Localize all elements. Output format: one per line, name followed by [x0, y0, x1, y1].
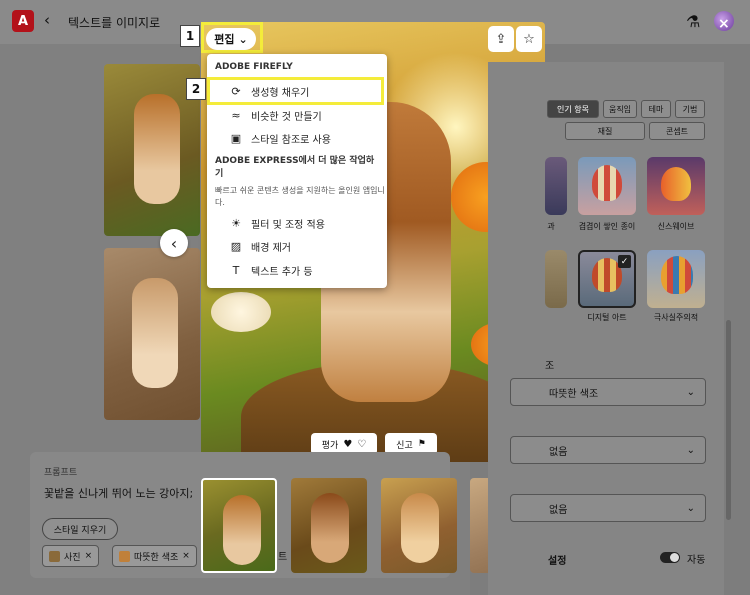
chevron-down-icon: ⌄	[686, 444, 695, 456]
menu-description: 빠르고 쉬운 콘텐츠 생성을 지원하는 올인원 앱입니다.	[215, 186, 385, 207]
thumbs-up-icon[interactable]: ♥	[343, 439, 352, 450]
thumbs-down-icon[interactable]: ♡	[357, 439, 366, 450]
tab-theme[interactable]: 테마	[641, 100, 671, 118]
style-tile-label: 과	[547, 222, 555, 231]
tab-concept[interactable]: 콘셉트	[649, 122, 705, 140]
tab-popular[interactable]: 인기 항목	[547, 100, 599, 118]
tab-material[interactable]: 재질	[565, 122, 645, 140]
auto-toggle[interactable]	[660, 552, 680, 563]
lighting-dropdown[interactable]: 없음 ⌄	[510, 436, 706, 464]
menu-item-add-text[interactable]: T 텍스트 추가 등	[215, 259, 381, 281]
chip-label: 따뜻한 색조	[134, 552, 179, 563]
background-icon: ▨	[230, 239, 242, 253]
page-title: 텍스트를 이미지로	[68, 16, 161, 30]
menu-item-label: 배경 제거	[251, 242, 291, 254]
prompt-input[interactable]: 꽃밭을 신나게 뛰어 노는 강아지;	[44, 485, 193, 501]
close-icon[interactable]: ×	[718, 16, 730, 32]
color-tone-dropdown[interactable]: 따뜻한 색조 ⌄	[510, 378, 706, 406]
menu-item-remove-background[interactable]: ▨ 배경 제거	[215, 235, 381, 257]
text-icon: T	[232, 263, 240, 277]
highlight-box	[207, 77, 384, 105]
menu-item-label: 비슷한 것 만들기	[251, 111, 322, 123]
style-swatch-icon	[49, 550, 60, 562]
section-fragment: 조	[545, 361, 555, 372]
style-tile[interactable]	[647, 157, 705, 215]
dropdown-value: 따뜻한 색조	[549, 388, 599, 400]
callout-number: 2	[186, 78, 206, 100]
settings-title: 설정	[548, 556, 567, 567]
image-icon: ▣	[230, 131, 242, 145]
style-chip[interactable]: 따뜻한 색조 ×	[112, 545, 197, 567]
composition-dropdown[interactable]: 없음 ⌄	[510, 494, 706, 522]
style-tile-label: 신스웨이브	[657, 222, 695, 231]
variant-thumbnail[interactable]	[201, 478, 277, 573]
menu-item-style-reference[interactable]: ▣ 스타일 참조로 사용	[215, 127, 381, 149]
menu-item-label: 스타일 참조로 사용	[251, 134, 331, 146]
variant-thumbnail[interactable]	[381, 478, 457, 573]
style-tile-label: 디지털 아트	[587, 313, 627, 322]
previous-arrow-icon[interactable]: ‹	[160, 229, 188, 257]
style-tile[interactable]	[578, 157, 636, 215]
style-swatch-icon	[119, 550, 130, 562]
clear-styles-button[interactable]: 스타일 지우기	[42, 518, 118, 540]
style-tile[interactable]	[647, 250, 705, 308]
dropdown-value: 없음	[549, 446, 568, 458]
gallery-thumbnail[interactable]	[104, 248, 200, 420]
menu-section-title: ADOBE FIREFLY	[215, 62, 293, 72]
chip-label: 사진	[64, 552, 81, 563]
adobe-logo[interactable]: A	[12, 10, 34, 32]
menu-item-label: 텍스트 추가 등	[251, 266, 313, 278]
checkmark-icon: ✓	[618, 255, 631, 268]
sun-icon: ☀	[231, 216, 241, 230]
report-label: 신고	[396, 440, 413, 451]
menu-item-label: 필터 및 조정 적용	[251, 219, 325, 231]
dropdown-value: 없음	[549, 504, 568, 516]
back-icon[interactable]: ‹	[44, 11, 50, 29]
menu-item-filters[interactable]: ☀ 필터 및 조정 적용	[215, 212, 381, 234]
auto-label: 자동	[687, 555, 706, 566]
style-tile[interactable]	[545, 157, 567, 215]
flask-icon[interactable]: ⚗	[686, 12, 700, 31]
style-tile[interactable]	[545, 250, 567, 308]
variant-thumbnail[interactable]	[291, 478, 367, 573]
share-icon[interactable]: ⇪	[488, 26, 514, 52]
rate-label: 평가	[321, 440, 339, 451]
scrollbar[interactable]	[726, 320, 731, 520]
flag-icon: ⚑	[417, 439, 426, 449]
tab-technique[interactable]: 기법	[675, 100, 705, 118]
favorite-icon[interactable]: ☆	[516, 26, 542, 52]
chevron-down-icon: ⌄	[686, 502, 695, 514]
style-chip[interactable]: 사진 ×	[42, 545, 100, 567]
menu-section-title: ADOBE EXPRESS에서 더 많은 작업하기	[215, 156, 375, 179]
tab-movement[interactable]: 움직임	[603, 100, 637, 118]
remove-icon[interactable]: ×	[85, 551, 93, 561]
style-tile-selected[interactable]: ✓	[578, 250, 636, 308]
chevron-down-icon: ⌄	[686, 386, 695, 398]
remove-icon[interactable]: ×	[182, 551, 190, 561]
chip-fragment: 트	[278, 552, 288, 563]
highlight-box	[201, 22, 263, 53]
similar-icon: ≈	[231, 108, 241, 122]
menu-item-generate-similar[interactable]: ≈ 비슷한 것 만들기	[215, 104, 381, 126]
style-tile-label: 극사실주의적	[653, 313, 699, 322]
prompt-label: 프롬프트	[44, 468, 78, 478]
style-tile-label: 겹겹이 쌓인 종이	[578, 222, 636, 231]
callout-number: 1	[180, 25, 200, 47]
